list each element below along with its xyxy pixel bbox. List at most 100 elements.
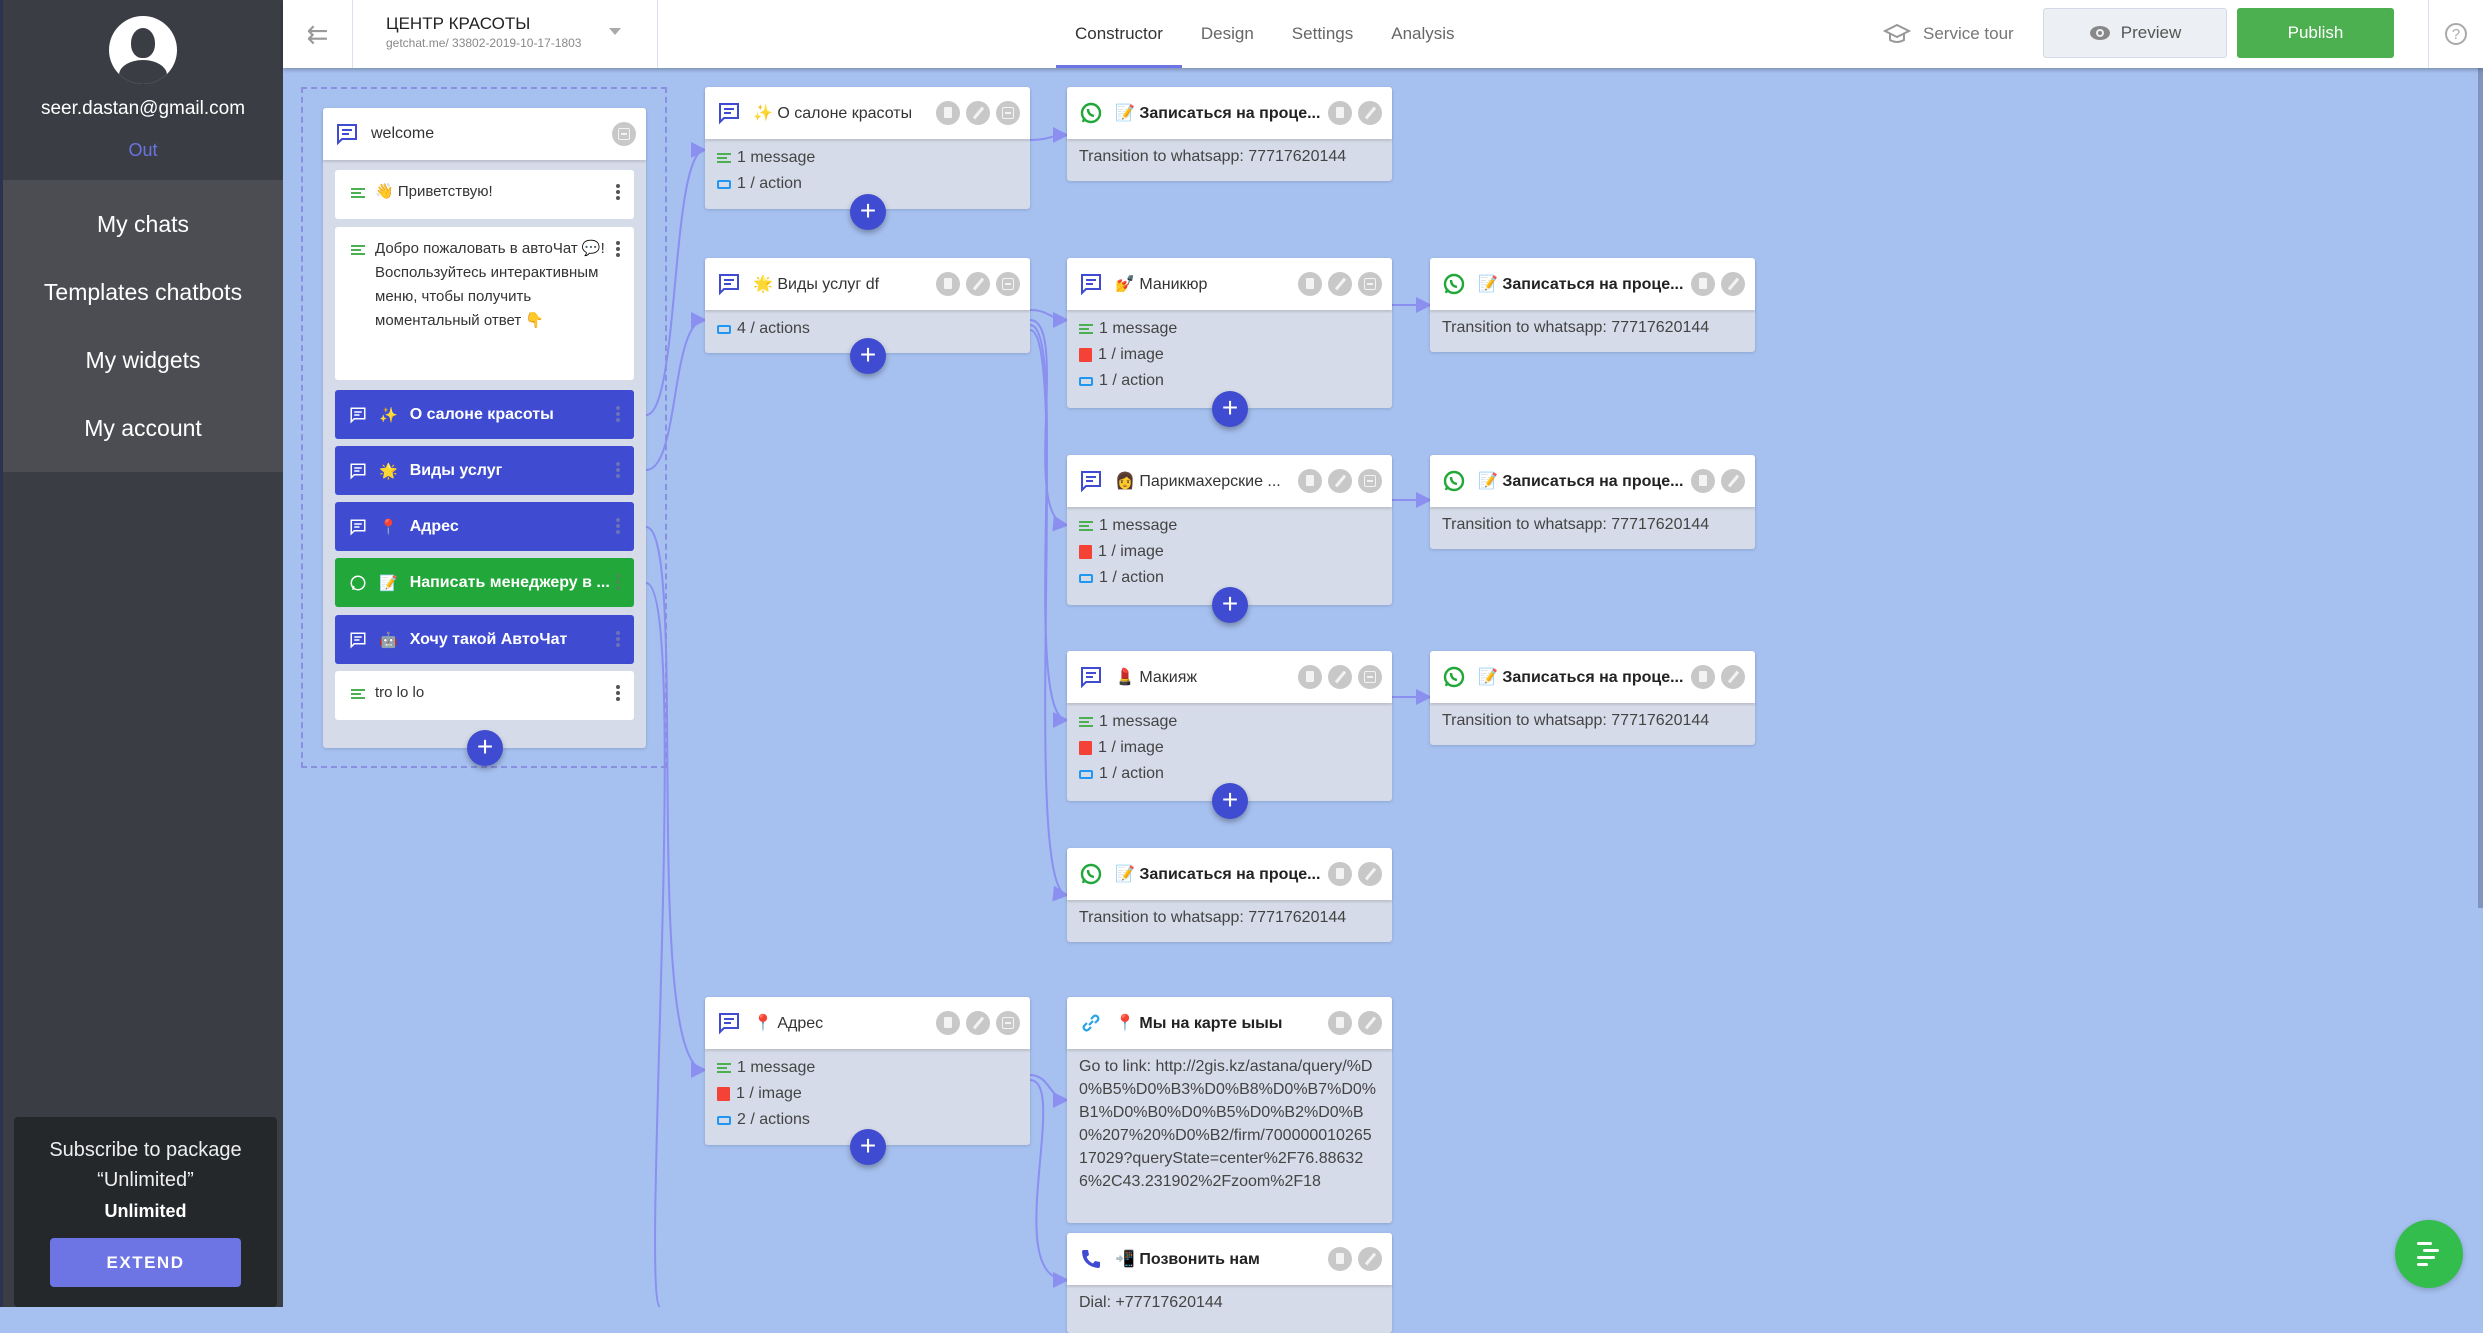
welcome-button-about[interactable]: ✨ О салоне красоты [335,390,634,439]
tab-analysis[interactable]: Analysis [1372,0,1473,68]
delete-icon[interactable] [936,101,960,125]
collapse-icon[interactable] [996,1011,1020,1035]
delete-icon[interactable] [1298,665,1322,689]
delete-icon[interactable] [1691,272,1715,296]
service-tour-label: Service tour [1923,24,2014,44]
welcome-button-services[interactable]: 🌟 Виды услуг [335,446,634,495]
more-options-icon[interactable] [616,241,620,259]
sidebar-item-my-account[interactable]: My account [3,394,283,462]
more-options-icon[interactable] [616,518,620,536]
action-icon [1079,770,1093,779]
edit-icon[interactable] [1328,272,1352,296]
edit-icon[interactable] [1721,469,1745,493]
tab-constructor[interactable]: Constructor [1056,0,1182,68]
delete-icon[interactable] [936,272,960,296]
block-address[interactable]: 📍 Адрес 1 message 1 / image 2 / actions [705,997,1030,1145]
delete-icon[interactable] [1298,469,1322,493]
more-options-icon[interactable] [616,685,620,703]
block-whatsapp-signup[interactable]: 📝 Записаться на проце... Transition to w… [1430,258,1755,352]
delete-icon[interactable] [1328,101,1352,125]
welcome-button-want-autochat[interactable]: 🤖 Хочу такой АвтоЧат [335,615,634,664]
edit-icon[interactable] [1328,665,1352,689]
bot-selector[interactable]: ЦЕНТР КРАСОТЫ getchat.me/ 33802-2019-10-… [353,0,658,68]
edit-icon[interactable] [1358,1247,1382,1271]
edit-icon[interactable] [1721,665,1745,689]
action-icon [717,325,731,334]
collapse-icon[interactable] [996,101,1020,125]
more-options-icon[interactable] [616,406,620,424]
add-element-button[interactable]: + [850,338,886,374]
edit-icon[interactable] [966,272,990,296]
action-icon [1079,377,1093,386]
message-text: Добро пожаловать в автоЧат 💬! Воспользуй… [375,240,605,329]
chat-widget-button[interactable] [2395,1220,2463,1288]
tab-settings[interactable]: Settings [1273,0,1372,68]
edit-icon[interactable] [1358,1011,1382,1035]
delete-icon[interactable] [1328,1247,1352,1271]
message-block-icon [1079,469,1103,493]
block-emoji: 📝 [1115,105,1135,122]
add-element-button[interactable]: + [850,194,886,230]
message-card[interactable]: Добро пожаловать в автоЧат 💬! Воспользуй… [335,227,634,380]
text-message-icon [351,689,365,699]
extend-button[interactable]: EXTEND [50,1238,241,1287]
collapse-icon[interactable] [1358,469,1382,493]
block-welcome[interactable]: welcome 👋 Приветствую! Добро пожаловать … [323,108,646,748]
vertical-scrollbar[interactable] [2478,68,2483,908]
stat-messages: 1 message [717,1055,1018,1081]
more-options-icon[interactable] [616,462,620,480]
edit-icon[interactable] [1358,862,1382,886]
welcome-button-address[interactable]: 📍 Адрес [335,502,634,551]
message-card[interactable]: tro lo lo [335,671,634,720]
block-makeup[interactable]: 💄 Макияж 1 message 1 / image 1 / action [1067,651,1392,801]
edit-icon[interactable] [1721,272,1745,296]
sidebar-item-templates-chatbots[interactable]: Templates chatbots [3,258,283,326]
block-manicure[interactable]: 💅 Маникюр 1 message 1 / image 1 / action [1067,258,1392,408]
delete-icon[interactable] [1328,862,1352,886]
more-options-icon[interactable] [616,574,620,592]
block-about[interactable]: ✨ О салоне красоты 1 message 1 / action [705,87,1030,209]
edit-icon[interactable] [966,101,990,125]
block-whatsapp-signup[interactable]: 📝 Записаться на проце... Transition to w… [1067,848,1392,942]
more-options-icon[interactable] [616,631,620,649]
help-button[interactable]: ? [2428,0,2483,68]
delete-icon[interactable] [936,1011,960,1035]
block-whatsapp-signup[interactable]: 📝 Записаться на проце... Transition to w… [1430,455,1755,549]
edit-icon[interactable] [1358,101,1382,125]
add-element-button[interactable]: + [850,1129,886,1165]
publish-button[interactable]: Publish [2237,8,2394,58]
collapse-icon[interactable] [1358,272,1382,296]
user-email: seer.dastan@gmail.com [3,98,283,120]
message-card[interactable]: 👋 Приветствую! [335,170,634,219]
welcome-button-whatsapp-manager[interactable]: 📝 Написать менеджеру в ... [335,558,634,607]
tab-design[interactable]: Design [1182,0,1273,68]
sidebar-item-my-chats[interactable]: My chats [3,190,283,258]
preview-button[interactable]: Preview [2043,8,2227,58]
message-block-icon [1079,665,1103,689]
logout-link[interactable]: Out [3,140,283,161]
add-element-button[interactable]: + [1212,783,1248,819]
add-element-button[interactable]: + [1212,587,1248,623]
add-element-button[interactable]: + [467,730,503,766]
edit-icon[interactable] [1328,469,1352,493]
collapse-icon[interactable] [996,272,1020,296]
delete-icon[interactable] [1691,665,1715,689]
block-whatsapp-signup[interactable]: 📝 Записаться на проце... Transition to w… [1430,651,1755,745]
collapse-sidebar-button[interactable]: ⇇ [283,0,353,68]
add-element-button[interactable]: + [1212,391,1248,427]
block-call[interactable]: 📲 Позвонить нам Dial: +77717620144 [1067,1233,1392,1333]
delete-icon[interactable] [1298,272,1322,296]
delete-icon[interactable] [1328,1011,1352,1035]
block-map-link[interactable]: 📍 Мы на карте ыыы Go to link: http://2gi… [1067,997,1392,1223]
block-hairdressing[interactable]: 👩 Парикмахерские ... 1 message 1 / image… [1067,455,1392,605]
collapse-icon[interactable] [1358,665,1382,689]
service-tour-button[interactable]: Service tour [1883,0,2014,68]
message-icon [349,631,367,649]
block-whatsapp-signup[interactable]: 📝 Записаться на проце... Transition to w… [1067,87,1392,181]
delete-icon[interactable] [1691,469,1715,493]
add-to-group-icon[interactable] [612,122,636,146]
edit-icon[interactable] [966,1011,990,1035]
image-icon [1079,741,1092,755]
more-options-icon[interactable] [616,184,620,202]
sidebar-item-my-widgets[interactable]: My widgets [3,326,283,394]
